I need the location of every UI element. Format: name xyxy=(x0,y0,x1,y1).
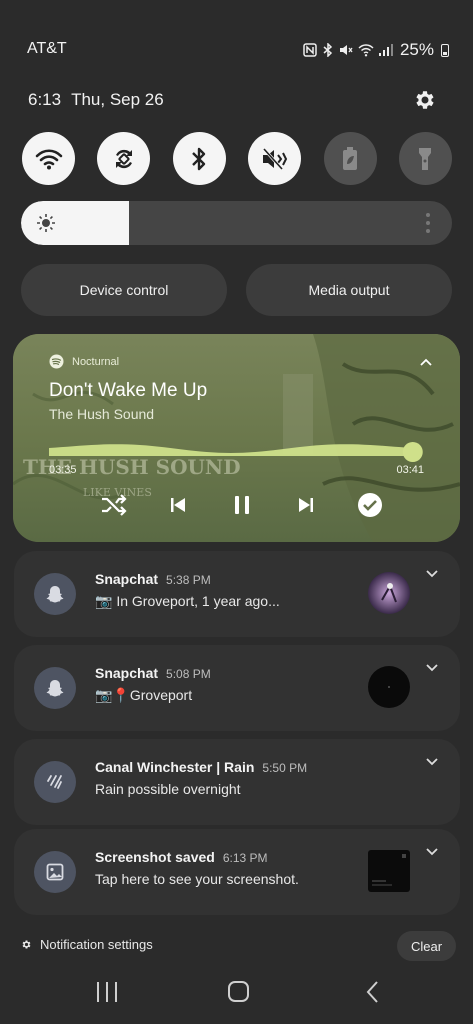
notification-body: 📷📍Groveport xyxy=(95,687,193,703)
notification-time: 5:38 PM xyxy=(166,573,211,587)
mute-icon xyxy=(262,147,287,170)
brightness-sun-icon xyxy=(37,214,55,232)
notification-card[interactable]: Screenshot saved 6:13 PM Tap here to see … xyxy=(14,829,460,915)
notification-settings-link[interactable]: Notification settings xyxy=(21,937,153,952)
media-source-name: Nocturnal xyxy=(72,355,120,368)
sound-toggle[interactable] xyxy=(248,132,302,185)
gear-icon xyxy=(22,940,31,949)
collapse-chevron-icon[interactable] xyxy=(418,354,434,370)
wifi-calling-icon xyxy=(358,44,374,57)
spotify-icon xyxy=(49,354,64,369)
expand-chevron-icon[interactable] xyxy=(425,755,439,769)
notification-time: 6:13 PM xyxy=(222,851,268,865)
notification-title: Snapchat 5:08 PM xyxy=(95,665,211,681)
navigation-bar xyxy=(97,981,378,1003)
rain-icon xyxy=(34,761,76,803)
seek-bar[interactable] xyxy=(49,432,424,462)
battery-percent: 25% xyxy=(399,40,434,59)
bluetooth-icon xyxy=(192,147,206,170)
auto-rotate-toggle[interactable] xyxy=(97,132,151,185)
flashlight-icon xyxy=(419,147,432,170)
battery-icon xyxy=(441,43,449,57)
bluetooth-icon xyxy=(323,43,333,57)
notification-settings-label: Notification settings xyxy=(40,937,153,952)
expand-chevron-icon[interactable] xyxy=(425,661,439,675)
media-player-card[interactable]: THE HUSH SOUND LIKE VINES Nocturnal Don'… xyxy=(13,334,460,542)
track-artist: The Hush Sound xyxy=(49,406,155,422)
track-duration: 03:41 xyxy=(396,464,424,476)
bluetooth-toggle[interactable] xyxy=(172,132,226,185)
snapchat-ghost-icon xyxy=(34,667,76,709)
notification-body: 📷 In Groveport, 1 year ago... xyxy=(95,593,280,609)
brightness-more-icon[interactable] xyxy=(426,213,430,233)
track-title: Don't Wake Me Up xyxy=(49,380,208,401)
notification-thumbnail xyxy=(368,666,410,708)
shuffle-icon xyxy=(102,494,127,516)
seek-thumb[interactable] xyxy=(402,442,423,462)
next-button[interactable] xyxy=(291,490,321,520)
image-icon xyxy=(34,851,76,893)
nfc-icon xyxy=(303,43,317,57)
elapsed-time: 03:35 xyxy=(49,464,77,476)
media-source: Nocturnal xyxy=(49,354,119,369)
signal-icon xyxy=(378,44,393,56)
skip-next-icon xyxy=(299,498,313,512)
playback-controls xyxy=(99,490,385,520)
rotate-icon xyxy=(115,149,132,168)
media-output-button[interactable]: Media output xyxy=(246,264,452,316)
expand-chevron-icon[interactable] xyxy=(425,567,439,581)
seek-bar-wave xyxy=(49,444,413,456)
shuffle-button[interactable] xyxy=(99,490,129,520)
previous-button[interactable] xyxy=(163,490,193,520)
liked-button[interactable] xyxy=(355,490,385,520)
screenshot-thumbnail xyxy=(368,850,410,892)
recents-icon[interactable] xyxy=(97,982,117,1002)
back-icon[interactable] xyxy=(366,981,378,1003)
notification-body: Tap here to see your screenshot. xyxy=(95,871,299,887)
clear-notifications-button[interactable]: Clear xyxy=(397,931,456,961)
notification-title: Canal Winchester | Rain 5:50 PM xyxy=(95,759,308,775)
pause-icon xyxy=(235,496,249,514)
clock-date: 6:13 Thu, Sep 26 xyxy=(28,90,164,110)
brightness-slider[interactable] xyxy=(21,201,452,245)
skip-previous-icon xyxy=(171,498,185,512)
settings-gear-icon[interactable] xyxy=(413,88,437,112)
snapchat-ghost-icon xyxy=(34,573,76,615)
notification-time: 5:50 PM xyxy=(262,761,308,775)
quick-settings-row xyxy=(22,132,452,185)
check-circle-icon xyxy=(358,493,382,517)
notification-body: Rain possible overnight xyxy=(95,781,241,797)
wifi-toggle[interactable] xyxy=(22,132,75,185)
home-icon[interactable] xyxy=(228,981,249,1002)
notification-time: 5:08 PM xyxy=(166,667,211,681)
notification-card[interactable]: Canal Winchester | Rain 5:50 PM Rain poss… xyxy=(14,739,460,825)
notification-title: Snapchat 5:38 PM xyxy=(95,571,211,587)
pause-button[interactable] xyxy=(227,490,257,520)
device-control-button[interactable]: Device control xyxy=(21,264,227,316)
clock-time: 6:13 xyxy=(28,90,62,109)
flashlight-toggle[interactable] xyxy=(398,132,452,185)
wifi-icon xyxy=(35,148,62,169)
notification-card[interactable]: Snapchat 5:38 PM 📷 In Groveport, 1 year a… xyxy=(14,551,460,637)
expand-chevron-icon[interactable] xyxy=(425,845,439,859)
battery-leaf-icon xyxy=(343,146,358,170)
date-label: Thu, Sep 26 xyxy=(71,90,164,109)
mute-icon xyxy=(339,45,353,55)
status-icons: 25% xyxy=(303,40,449,60)
notification-thumbnail xyxy=(368,572,410,614)
power-saving-toggle[interactable] xyxy=(323,132,377,185)
notification-card[interactable]: Snapchat 5:08 PM 📷📍Groveport xyxy=(14,645,460,731)
notification-title: Screenshot saved 6:13 PM xyxy=(95,849,268,865)
carrier-name: AT&T xyxy=(27,40,67,57)
